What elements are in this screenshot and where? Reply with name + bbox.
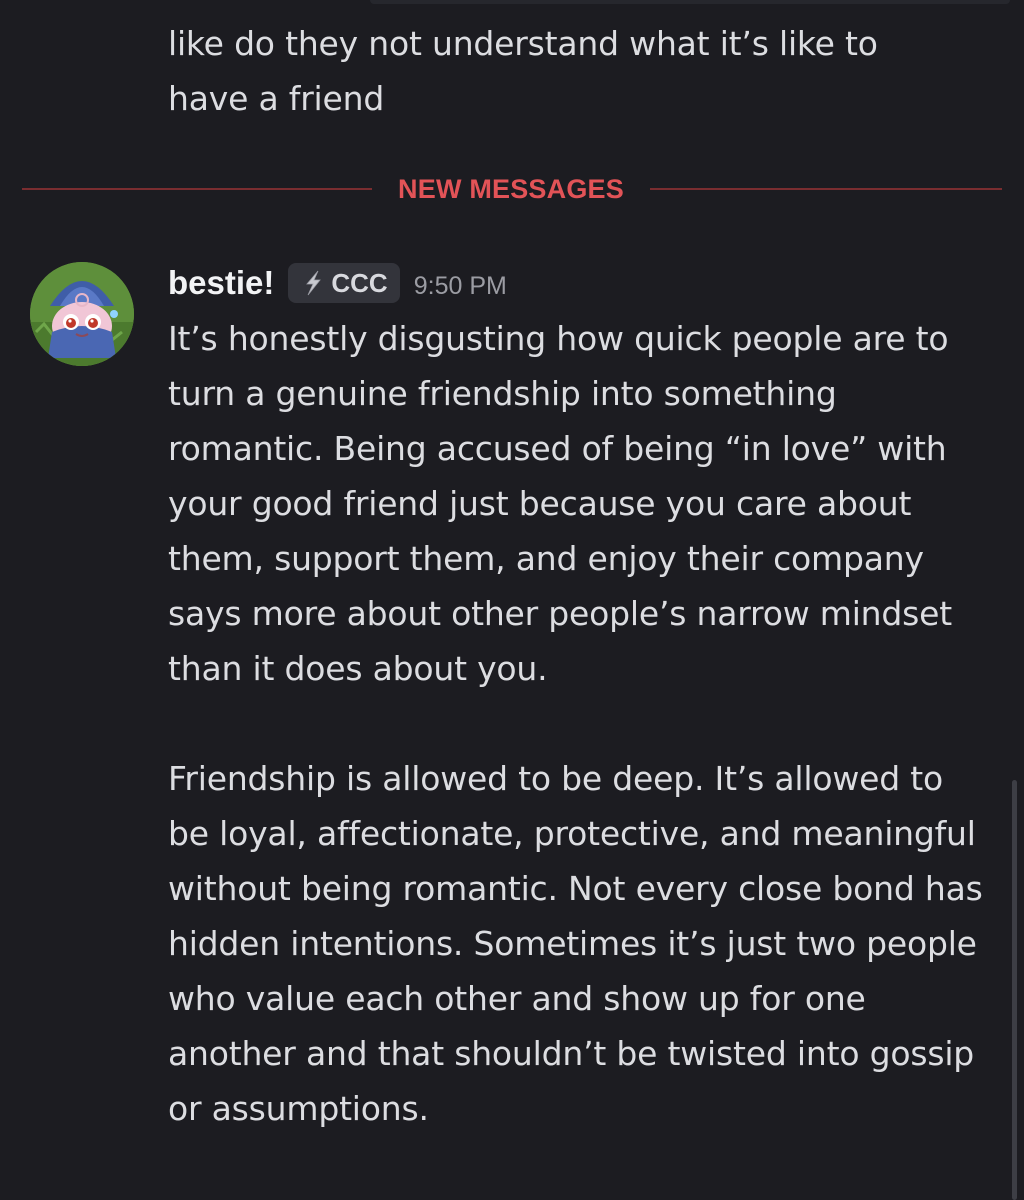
- server-tag-label: CCC: [331, 267, 388, 298]
- previous-message-text: like do they not understand what it’s li…: [168, 24, 878, 118]
- scrollbar[interactable]: [1012, 780, 1017, 1200]
- message-timestamp: 9:50 PM: [413, 271, 507, 300]
- lightning-bolt-icon: [306, 270, 322, 296]
- message-header: bestie! CCC 9:50 PM: [168, 258, 507, 308]
- message-paragraph: It’s honestly disgusting how quick peopl…: [168, 319, 952, 688]
- avatar-image: [30, 262, 134, 366]
- server-tag[interactable]: CCC: [288, 263, 400, 303]
- message-paragraph: Friendship is allowed to be deep. It’s a…: [168, 759, 983, 1128]
- avatar[interactable]: [30, 262, 134, 366]
- divider-line-left: [22, 188, 372, 190]
- new-messages-divider: NEW MESSAGES: [22, 170, 1002, 208]
- new-messages-label: NEW MESSAGES: [398, 174, 624, 204]
- previous-message-embed-edge: [370, 0, 1010, 4]
- divider-line-right: [650, 188, 1002, 190]
- message-body: It’s honestly disgusting how quick peopl…: [168, 311, 988, 1136]
- username[interactable]: bestie!: [168, 264, 274, 302]
